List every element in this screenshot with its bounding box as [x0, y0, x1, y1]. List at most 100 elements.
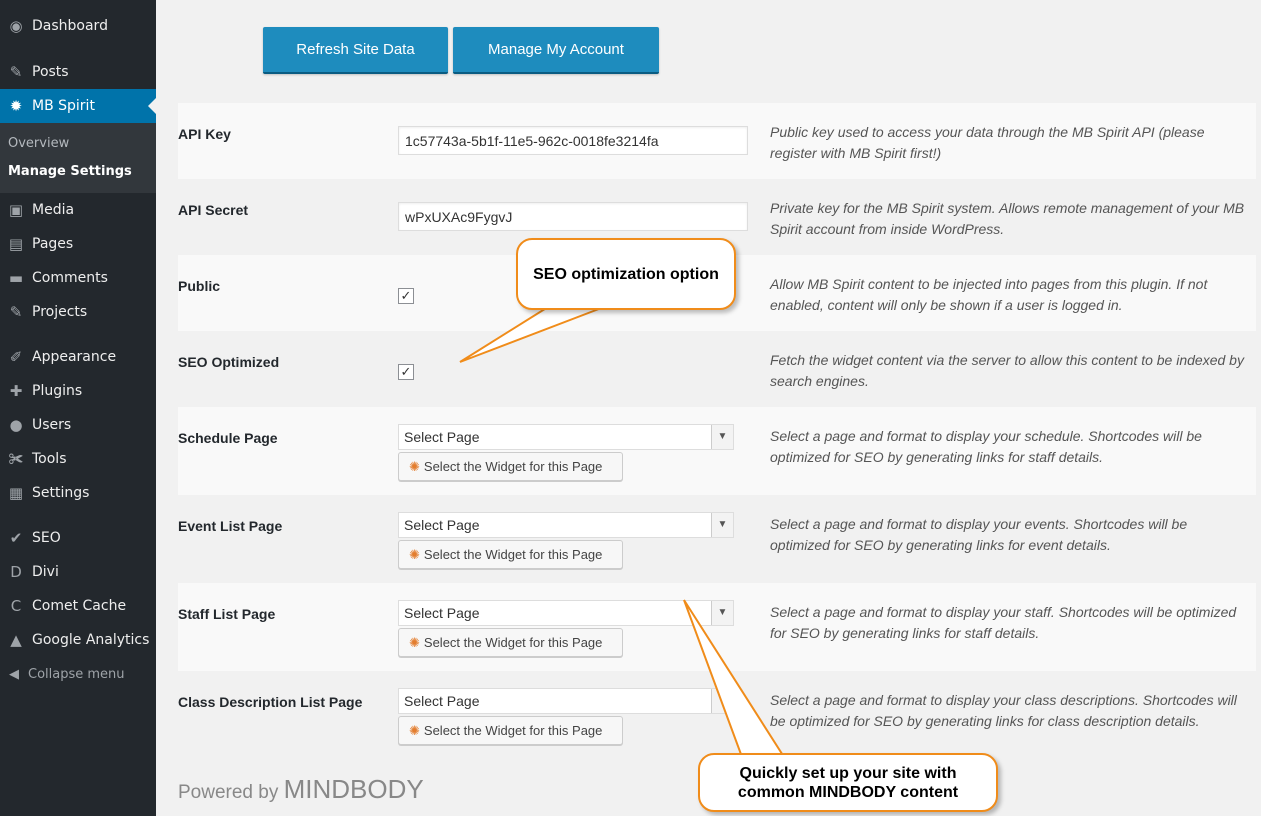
widget-button-label: Select the Widget for this Page [423, 459, 603, 474]
public-description: Allow MB Spirit content to be injected i… [770, 276, 1208, 313]
comment-icon: ▬ [8, 268, 24, 287]
chevron-down-icon: ▼ [711, 601, 733, 625]
seo-optimization-callout: SEO optimization option [516, 238, 736, 310]
plug-icon: ✚ [9, 381, 23, 400]
analytics-icon: ▲ [10, 630, 22, 649]
class-description-list-page-label: Class Description List Page [178, 694, 363, 710]
chevron-down-icon: ▼ [711, 689, 733, 713]
event-list-page-select[interactable]: Select Page ▼ [398, 512, 734, 538]
seo-icon: ✔ [9, 528, 23, 547]
sidebar-item-mb-spirit[interactable]: ✹ MB Spirit [0, 89, 156, 123]
schedule-page-label: Schedule Page [178, 430, 278, 446]
sidebar-item-label: Settings [32, 485, 90, 501]
sun-icon: ✺ [409, 458, 420, 474]
sidebar-item-projects[interactable]: ✎ Projects [0, 295, 156, 329]
sidebar-item-label: SEO [32, 530, 61, 546]
sidebar-item-google-analytics[interactable]: ▲ Google Analytics [0, 623, 156, 657]
sidebar-item-label: Tools [32, 451, 67, 467]
sidebar-item-comments[interactable]: ▬ Comments [0, 261, 156, 295]
api-secret-label: API Secret [178, 202, 249, 218]
chevron-down-icon: ▼ [711, 513, 733, 537]
staff-list-widget-button[interactable]: ✺ Select the Widget for this Page [398, 628, 623, 657]
sidebar-item-appearance[interactable]: ✐ Appearance [0, 340, 156, 374]
sidebar-item-label: Appearance [32, 349, 117, 365]
pin-icon: ✎ [9, 302, 23, 321]
select-value: Select Page [404, 605, 480, 621]
sidebar-item-comet-cache[interactable]: C Comet Cache [0, 589, 156, 623]
sidebar-item-seo[interactable]: ✔ SEO [0, 521, 156, 555]
class-description-widget-button[interactable]: ✺ Select the Widget for this Page [398, 716, 623, 745]
dashboard-icon: ◉ [9, 16, 23, 35]
sidebar-item-posts[interactable]: ✎ Posts [0, 55, 156, 89]
media-icon: ▣ [8, 200, 24, 219]
wrench-icon: ✀ [8, 449, 24, 468]
public-label: Public [178, 278, 221, 294]
powered-by-logo: Powered by MINDBODY [178, 774, 424, 805]
sidebar-item-dashboard[interactable]: ◉ Dashboard [0, 9, 156, 43]
sidebar-item-label: Projects [32, 304, 88, 320]
public-checkbox[interactable]: ✓ [398, 288, 414, 304]
quick-setup-callout: Quickly set up your site with common MIN… [698, 753, 998, 812]
submenu-item-overview[interactable]: Overview [8, 136, 69, 151]
event-list-widget-button[interactable]: ✺ Select the Widget for this Page [398, 540, 623, 569]
widget-button-label: Select the Widget for this Page [423, 635, 603, 650]
widget-button-label: Select the Widget for this Page [423, 723, 603, 738]
class-description-list-page-select[interactable]: Select Page ▼ [398, 688, 734, 714]
schedule-page-description: Select a page and format to display your… [770, 428, 1202, 465]
seo-optimized-checkbox[interactable]: ✓ [398, 364, 414, 380]
sidebar-item-label: Plugins [32, 383, 83, 399]
refresh-site-data-button[interactable]: Refresh Site Data [263, 27, 448, 74]
sidebar-item-settings[interactable]: ▦ Settings [0, 476, 156, 510]
staff-list-page-description: Select a page and format to display your… [770, 604, 1237, 641]
widget-button-label: Select the Widget for this Page [423, 547, 603, 562]
api-secret-description: Private key for the MB Spirit system. Al… [770, 200, 1245, 237]
chevron-down-icon: ▼ [711, 425, 733, 449]
sidebar-item-tools[interactable]: ✀ Tools [0, 442, 156, 476]
api-secret-input[interactable] [398, 202, 748, 231]
sidebar-item-media[interactable]: ▣ Media [0, 193, 156, 227]
collapse-menu-button[interactable]: ◀ Collapse menu [0, 662, 156, 686]
sidebar-item-label: Comments [32, 270, 108, 286]
sidebar-item-label: Users [32, 417, 72, 433]
settings-row-schedule-page: Schedule Page Select Page ▼ ✺ Select the… [178, 407, 1256, 495]
admin-sidebar: ◉ Dashboard ✎ Posts ✹ MB Spirit Overview… [0, 0, 156, 816]
settings-icon: ▦ [8, 483, 24, 502]
settings-row-staff-list-page: Staff List Page Select Page ▼ ✺ Select t… [178, 583, 1256, 671]
sun-icon: ✺ [409, 546, 420, 562]
select-value: Select Page [404, 693, 480, 709]
select-value: Select Page [404, 429, 480, 445]
checkmark-icon: ✓ [400, 288, 412, 304]
staff-list-page-select[interactable]: Select Page ▼ [398, 600, 734, 626]
submenu-item-manage-settings[interactable]: Manage Settings [8, 164, 132, 179]
sidebar-item-pages[interactable]: ▤ Pages [0, 227, 156, 261]
schedule-widget-button[interactable]: ✺ Select the Widget for this Page [398, 452, 623, 481]
settings-row-class-description-list-page: Class Description List Page Select Page … [178, 671, 1256, 759]
settings-row-seo-optimized: SEO Optimized ✓ Fetch the widget content… [178, 331, 1256, 407]
sidebar-item-label: Pages [32, 236, 74, 252]
brush-icon: ✐ [9, 347, 23, 366]
seo-optimized-label: SEO Optimized [178, 354, 280, 370]
staff-list-page-label: Staff List Page [178, 606, 276, 622]
collapse-arrow-icon: ◀ [9, 666, 19, 682]
event-list-page-description: Select a page and format to display your… [770, 516, 1188, 553]
schedule-page-select[interactable]: Select Page ▼ [398, 424, 734, 450]
settings-row-event-list-page: Event List Page Select Page ▼ ✺ Select t… [178, 495, 1256, 583]
settings-row-api-key: API Key Public key used to access your d… [178, 103, 1256, 179]
sun-icon: ✺ [409, 722, 420, 738]
sidebar-item-label: Divi [32, 564, 59, 580]
pages-icon: ▤ [8, 234, 24, 253]
sun-icon: ✺ [409, 634, 420, 650]
sidebar-item-divi[interactable]: D Divi [0, 555, 156, 589]
sidebar-item-plugins[interactable]: ✚ Plugins [0, 374, 156, 408]
divi-icon: D [10, 562, 22, 581]
sidebar-item-label: Posts [32, 64, 69, 80]
mb-spirit-submenu: Overview Manage Settings [0, 123, 156, 193]
event-list-page-label: Event List Page [178, 518, 283, 534]
manage-my-account-button[interactable]: Manage My Account [453, 27, 659, 74]
class-description-list-page-description: Select a page and format to display your… [770, 692, 1237, 729]
sidebar-item-label: Google Analytics [32, 632, 150, 648]
api-key-label: API Key [178, 126, 231, 142]
pin-icon: ✎ [9, 62, 23, 81]
api-key-input[interactable] [398, 126, 748, 155]
sidebar-item-users[interactable]: ● Users [0, 408, 156, 442]
